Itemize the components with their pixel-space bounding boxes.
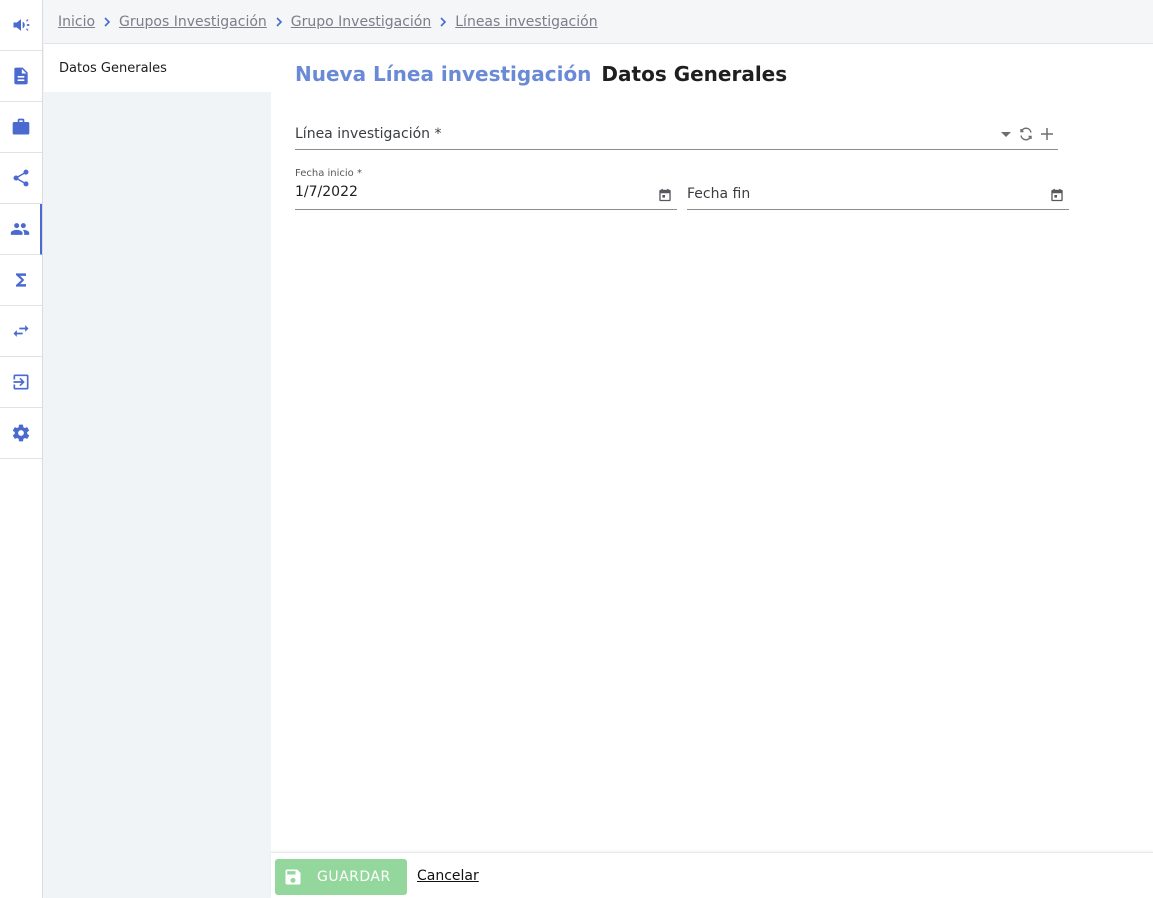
rail-item-documents[interactable] (0, 51, 42, 102)
linea-investigacion-select[interactable]: Línea investigación * (295, 116, 1058, 150)
fecha-fin-label: Fecha fin (687, 186, 751, 202)
chevron-right-icon (95, 12, 119, 32)
rail-item-logout[interactable] (0, 357, 42, 408)
linea-investigacion-label: Línea investigación * (295, 126, 442, 142)
rail-item-groups[interactable] (0, 204, 42, 255)
refresh-icon[interactable] (1017, 125, 1035, 143)
chevron-down-icon[interactable] (998, 126, 1014, 142)
breadcrumb: Inicio Grupos Investigación Grupo Invest… (44, 0, 1153, 44)
chevron-right-icon (431, 12, 455, 32)
document-icon (14, 67, 28, 85)
fecha-inicio-value: 1/7/2022 (295, 184, 358, 200)
rail-item-announcements[interactable] (0, 0, 42, 51)
page-title-accent: Nueva Línea investigación (295, 62, 592, 86)
page-title-section: Datos Generales (601, 62, 788, 86)
swap-arrows-icon (13, 325, 29, 337)
people-icon (10, 223, 30, 235)
rail-item-share[interactable] (0, 153, 42, 204)
rail-item-transfers[interactable] (0, 306, 42, 357)
fecha-inicio-field[interactable]: Fecha inicio * 1/7/2022 (295, 166, 677, 210)
breadcrumb-item-grupo[interactable]: Grupo Investigación (291, 14, 431, 30)
sigma-icon (16, 273, 26, 287)
section-item-datos-generales[interactable]: Datos Generales (44, 44, 271, 92)
rail-item-settings[interactable] (0, 408, 42, 459)
logout-icon (13, 374, 29, 390)
add-icon[interactable] (1038, 125, 1056, 143)
rail-item-projects[interactable] (0, 102, 42, 153)
save-icon (285, 869, 301, 885)
breadcrumb-item-lineas[interactable]: Líneas investigación (455, 14, 597, 30)
rail-item-statistics[interactable] (0, 255, 42, 306)
save-button-label: GUARDAR (317, 869, 391, 885)
save-button[interactable]: GUARDAR (275, 859, 407, 895)
fecha-fin-field[interactable]: Fecha fin (687, 166, 1069, 210)
main-content: Nueva Línea investigación Datos Generale… (271, 44, 1153, 852)
section-sidebar: Datos Generales (44, 44, 271, 898)
cancel-link[interactable]: Cancelar (417, 868, 479, 884)
breadcrumb-item-grupos[interactable]: Grupos Investigación (119, 14, 267, 30)
briefcase-icon (12, 118, 30, 135)
calendar-icon[interactable] (658, 188, 672, 202)
chevron-right-icon (267, 12, 291, 32)
page-title: Nueva Línea investigación Datos Generale… (295, 62, 787, 86)
calendar-icon[interactable] (1050, 188, 1064, 202)
megaphone-icon (13, 19, 30, 31)
breadcrumb-item-inicio[interactable]: Inicio (58, 14, 95, 30)
form-footer: GUARDAR Cancelar (271, 852, 1153, 898)
icon-rail (0, 0, 43, 898)
share-icon (13, 169, 29, 187)
gear-icon (12, 424, 30, 442)
fecha-inicio-label: Fecha inicio * (295, 168, 362, 179)
